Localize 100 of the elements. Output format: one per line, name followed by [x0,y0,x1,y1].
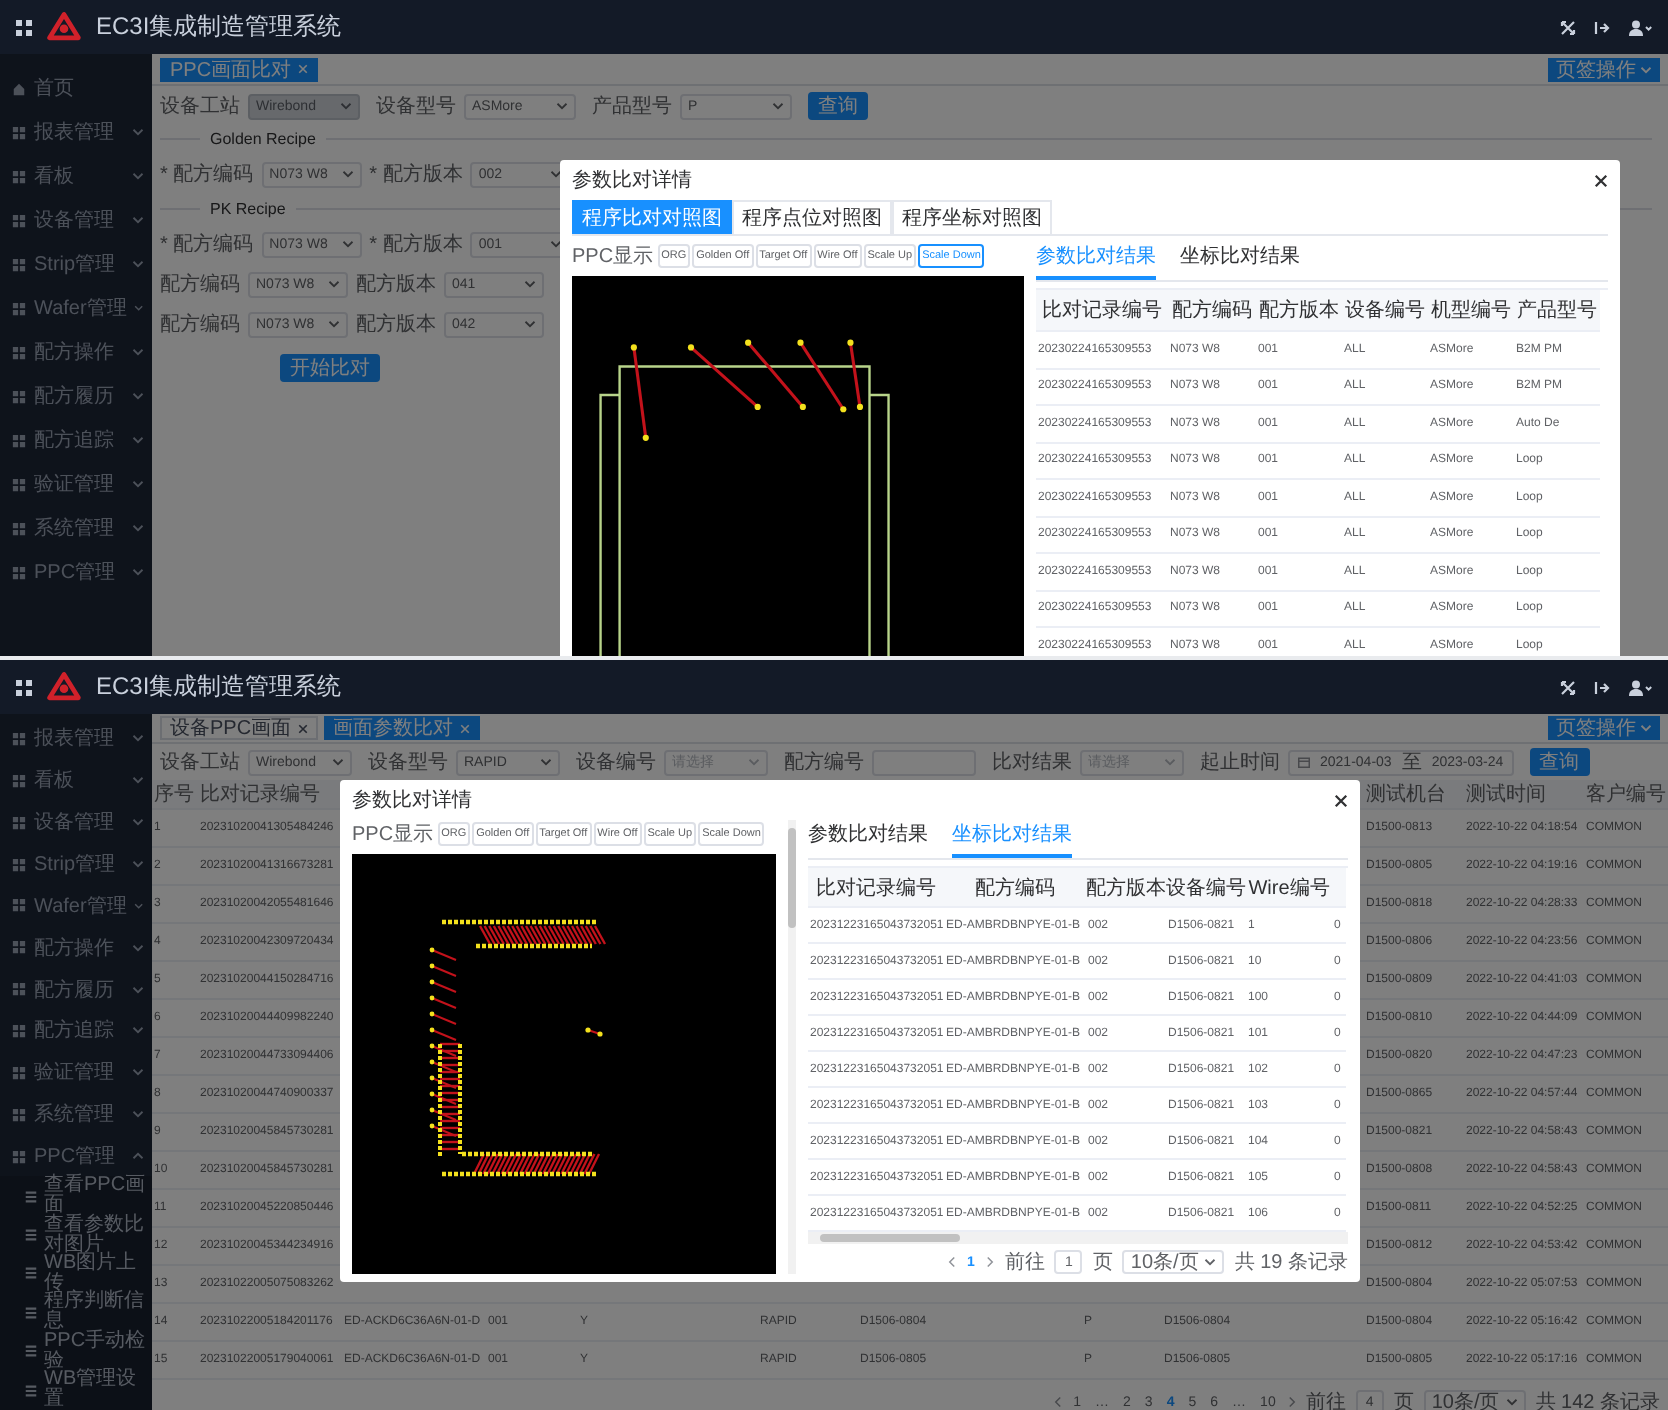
next-page-icon[interactable] [986,1256,995,1268]
caret-icon [1204,1258,1217,1266]
sidebar-item[interactable]: 验证管理 [0,1051,152,1094]
column-header: Wire编号 [1246,868,1332,908]
user-icon[interactable] [1628,679,1652,695]
caret-icon [550,170,563,178]
result-tab[interactable]: 坐标比对结果 [952,820,1072,858]
caret-icon [340,102,352,110]
sidebar-item[interactable]: PPC管理 [0,1135,152,1177]
user-icon[interactable] [1628,19,1652,35]
column-header: 配方版本 [1256,290,1342,332]
sidebar-item[interactable]: 设备管理 [0,801,152,844]
page-tab[interactable]: 画面参数比对 [323,716,480,740]
sidebar-item[interactable]: 配方操作 [0,926,152,969]
sidebar-item[interactable]: 报表管理 [0,718,152,760]
caret-icon [341,170,354,178]
view-tab[interactable]: 程序坐标对照图 [892,200,1052,234]
sidebar-subitem[interactable]: 查看PPC画面 [0,1176,152,1216]
prev-page-icon[interactable] [947,1256,955,1268]
view-tab[interactable]: 程序点位对照图 [732,200,892,234]
caret-icon [132,128,144,136]
page-tab[interactable]: 设备PPC画面 [160,716,318,740]
sidebar-subitem[interactable]: PPC手动检验 [0,1332,152,1371]
logout-icon[interactable] [1594,679,1610,695]
caret-icon [332,758,344,766]
sidebar-item[interactable]: 看板 [0,759,152,802]
result-tab[interactable]: 参数比对结果 [808,820,928,858]
fullscreen-icon[interactable] [1560,19,1576,35]
filter-label: 设备型号 [376,93,456,120]
caret-icon [132,1110,144,1119]
caret-icon [134,304,144,312]
tab-menu-button[interactable]: 页签操作 [1548,716,1660,740]
search-button[interactable]: 查询 [808,92,868,120]
sidebar-item[interactable]: 配方履历 [0,374,152,418]
sidebar-item[interactable]: 配方操作 [0,330,152,374]
caret-icon [540,758,552,766]
sidebar-item[interactable]: 设备管理 [0,198,152,242]
column-header: 比对记录编号 [1036,290,1168,332]
sidebar-item[interactable]: 系统管理 [0,1093,152,1136]
list-icon [24,1383,38,1398]
caret-icon [524,280,536,288]
sidebar-item[interactable]: 看板 [0,154,152,198]
column-header: 设备编号 [1166,868,1246,908]
close-icon[interactable] [1594,173,1608,187]
sidebar-item[interactable]: 报表管理 [0,110,152,154]
sidebar-item[interactable]: 验证管理 [0,462,152,506]
result-tab[interactable]: 坐标比对结果 [1180,242,1300,280]
caret-icon [132,985,144,994]
logout-icon[interactable] [1594,19,1610,35]
sidebar-item[interactable]: 配方追踪 [0,418,152,462]
close-icon[interactable] [1334,793,1348,807]
apps-icon[interactable] [16,19,32,35]
column-header: 测试机台 [1364,780,1464,810]
caret-icon [132,436,144,444]
view-tab[interactable]: 程序比对对照图 [572,200,732,234]
sidebar-item[interactable]: 配方履历 [0,968,152,1011]
fullscreen-icon[interactable] [1560,679,1576,695]
goto-label: 前往 [1004,1249,1045,1276]
caret-icon [132,480,144,488]
compare-button[interactable]: 开始比对 [280,354,380,382]
sidebar-item[interactable]: 配方追踪 [0,1010,152,1052]
sidebar-item[interactable]: 系统管理 [0,506,152,550]
menu-icon [12,1107,26,1122]
caret-icon [550,240,563,248]
field-label: 配方版本 [356,271,436,298]
sidebar-subitem[interactable]: 程序判断信息 [0,1293,152,1333]
caret-icon [132,568,144,576]
sidebar-item[interactable]: 首页 [0,66,152,110]
column-header: 配方版本 [1086,868,1166,908]
caret-icon [1640,724,1652,732]
caret-icon [556,102,568,110]
sidebar-item[interactable]: Wafer管理 [0,884,152,927]
filter-label: 比对结果 [992,749,1072,776]
column-header: 比对记录编号 [808,868,944,908]
sidebar-subitem[interactable]: WB管理设置 [0,1370,152,1410]
tab-menu-button[interactable]: 页签操作 [1548,57,1660,81]
sidebar-item[interactable]: Strip管理 [0,242,152,286]
caret-icon [1505,1398,1518,1406]
calendar-icon [1298,756,1310,768]
column-header: 序号 [152,780,198,810]
sidebar-item[interactable]: Strip管理 [0,843,152,885]
apps-icon[interactable] [16,679,32,695]
caret-icon [748,758,760,766]
menu-icon [12,565,26,579]
page-tab[interactable]: PPC画面比对 [160,57,318,81]
page-size-select[interactable]: 10条/页 [1122,1250,1225,1274]
search-button[interactable]: 查询 [1529,748,1590,776]
menu-icon [12,257,26,271]
menu-icon [12,213,26,227]
sidebar-item[interactable]: Wafer管理 [0,286,152,330]
sidebar-item[interactable]: PPC管理 [0,550,152,594]
menu-icon [12,982,26,997]
menu-icon [12,857,26,871]
section-title: Golden Recipe [210,130,316,148]
filter-label: 设备工站 [160,749,240,776]
sidebar-subitem[interactable]: 查看参数比对图片 [0,1215,152,1255]
scrollbar[interactable] [808,1232,1348,1244]
list-icon [24,1305,38,1320]
result-tab[interactable]: 参数比对结果 [1036,242,1156,280]
filter-label: 产品型号 [592,93,672,120]
